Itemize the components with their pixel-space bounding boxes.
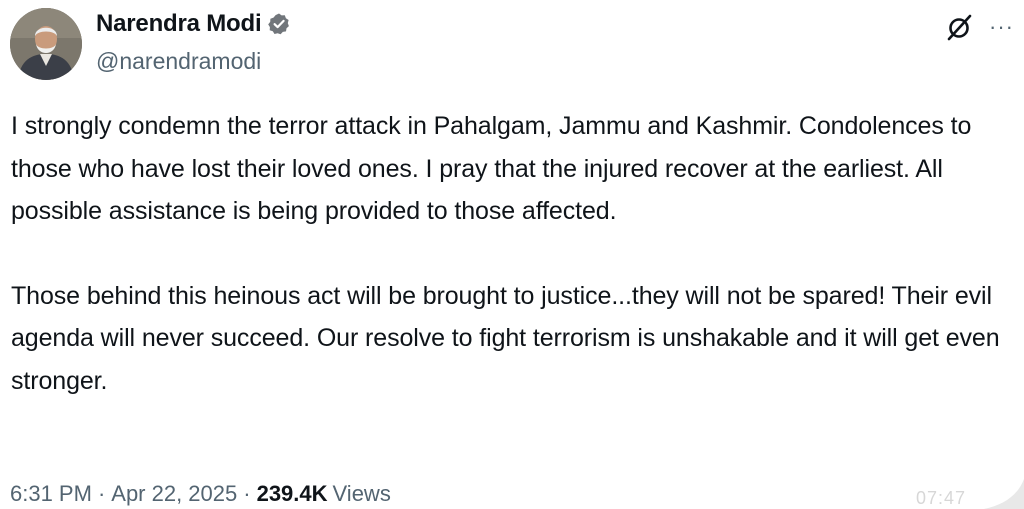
handle[interactable]: @narendramodi	[96, 48, 291, 75]
grok-icon[interactable]	[945, 12, 975, 42]
meta-separator: ·	[97, 481, 106, 506]
post-date[interactable]: Apr 22, 2025	[111, 481, 237, 506]
page-curl-decoration	[984, 479, 1024, 509]
views-label: Views	[332, 481, 391, 506]
timestamp-watermark: 07:47	[915, 488, 966, 508]
post-paragraph: I strongly condemn the terror attack in …	[11, 112, 972, 225]
post-time[interactable]: 6:31 PM	[10, 481, 92, 506]
display-name[interactable]: Narendra Modi	[96, 10, 262, 38]
post-paragraph: Those behind this heinous act will be br…	[11, 281, 1000, 395]
top-actions: ···	[945, 12, 1014, 42]
post-meta: 6:31 PM · Apr 22, 2025 · 239.4K Views	[10, 481, 391, 507]
avatar[interactable]	[10, 8, 82, 80]
meta-separator: ·	[243, 481, 251, 506]
name-row: Narendra Modi	[96, 8, 291, 40]
verified-badge-icon	[267, 12, 291, 36]
post-text: I strongly condemn the terror attack in …	[11, 105, 1016, 402]
tweet-card: Narendra Modi @narendramodi ··· I strong…	[0, 0, 1024, 509]
author-block: Narendra Modi @narendramodi	[96, 8, 291, 75]
more-icon[interactable]: ···	[989, 16, 1014, 38]
avatar-image	[10, 8, 82, 80]
views-count[interactable]: 239.4K	[257, 481, 328, 506]
